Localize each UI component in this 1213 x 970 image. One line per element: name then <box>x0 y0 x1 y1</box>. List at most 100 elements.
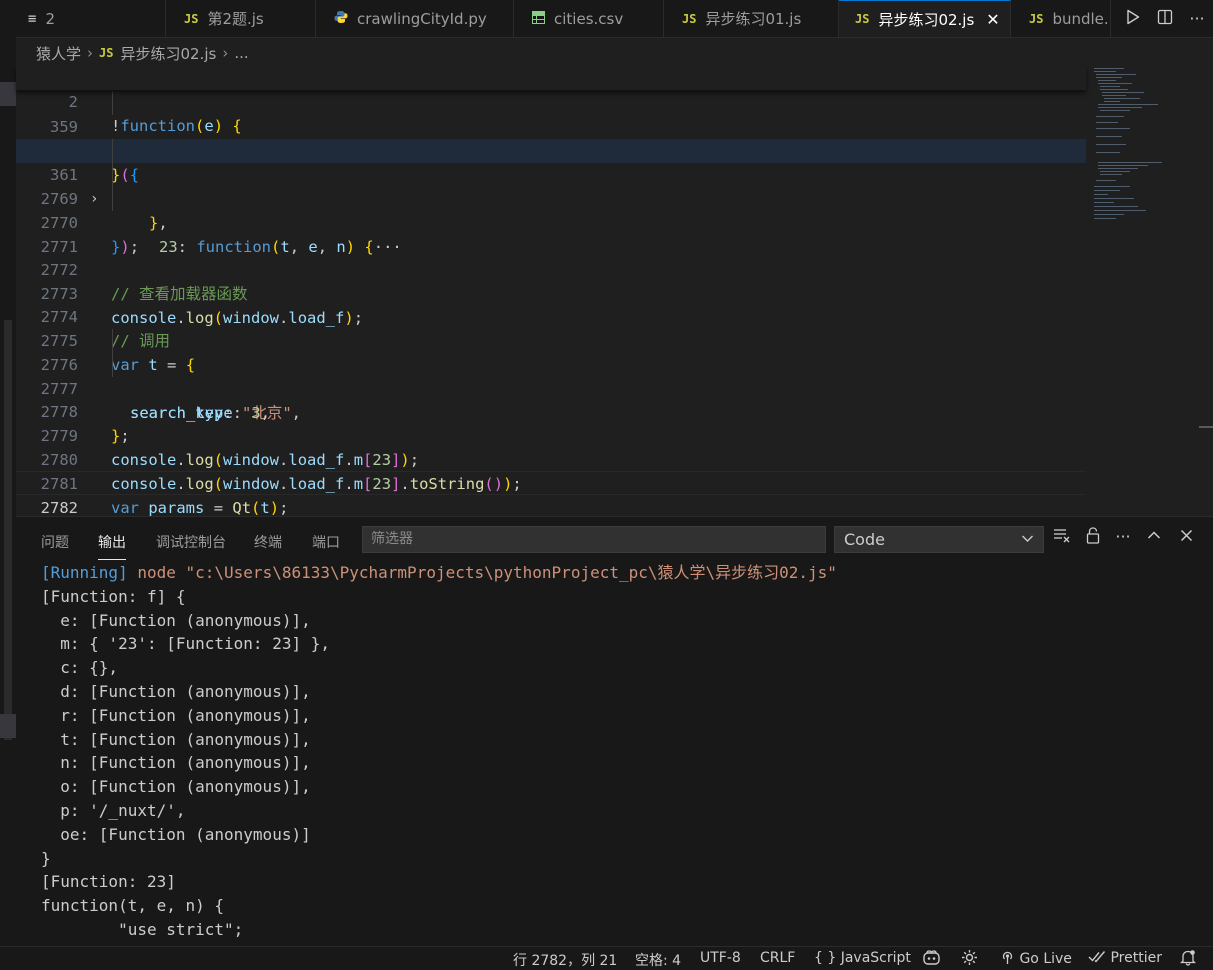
language-mode[interactable]: { } JavaScript <box>814 950 911 966</box>
breadcrumb-folder[interactable]: 猿人学 <box>36 43 81 64</box>
code-line[interactable]: 2778 }; <box>16 376 1086 445</box>
go-live-button[interactable]: Go Live <box>1000 950 1072 967</box>
more-actions-icon[interactable]: ··· <box>1111 527 1135 546</box>
close-icon[interactable] <box>1174 527 1198 546</box>
indentation[interactable]: 空格: 4 <box>635 950 681 970</box>
filter-input[interactable]: 筛选器 <box>362 526 826 553</box>
broadcast-icon <box>1000 951 1019 967</box>
code-line[interactable]: 2773 console.log(window.load_f); <box>16 258 1086 327</box>
code-line[interactable]: 2776 search_key: "北京", <box>16 329 1086 422</box>
chevron-down-icon <box>1021 527 1034 561</box>
code-line[interactable]: 2780 console.log(window.load_f.m[23].toS… <box>16 424 1086 493</box>
tab-label: 2 <box>45 9 55 28</box>
output-line: oe: [Function (anonymous)] <box>41 824 311 844</box>
more-actions-icon[interactable]: ··· <box>1181 9 1213 28</box>
code-line[interactable]: 2771 <box>16 211 1086 256</box>
line-ending[interactable]: CRLF <box>760 950 795 966</box>
editor-tab-bar: ≡ 2 JS 第2题.js crawlingCityId.py cities.c… <box>16 0 1213 38</box>
tab-label: cities.csv <box>554 9 624 28</box>
code-line[interactable]: 359 <box>16 91 1086 136</box>
copilot-icon[interactable] <box>922 949 941 970</box>
output-line: p: '/_nuxt/', <box>41 800 186 820</box>
code-line[interactable]: 2769 }, <box>16 163 1086 232</box>
language-label: JavaScript <box>840 950 911 966</box>
tab-cities-csv[interactable]: cities.csv <box>514 0 664 37</box>
strip-highlight <box>0 82 16 106</box>
csv-file-icon <box>532 10 545 27</box>
output-line: r: [Function (anonymous)], <box>41 705 311 725</box>
cursor-position[interactable]: 行 2782，列 21 <box>513 950 617 970</box>
tab-crawlingcityid-py[interactable]: crawlingCityId.py <box>316 0 514 37</box>
status-bar: 行 2782，列 21 空格: 4 UTF-8 CRLF { } JavaScr… <box>0 946 1213 970</box>
output-line: n: [Function (anonymous)], <box>41 753 311 773</box>
tab-problems[interactable]: 问题 <box>41 532 69 552</box>
code-line[interactable]: 2772 // 查看加载器函数 <box>16 234 1086 303</box>
breadcrumb-more[interactable]: ... <box>234 44 248 62</box>
code-line[interactable]: 2779 console.log(window.load_f.m[23]); <box>16 400 1086 469</box>
breadcrumb-file[interactable]: 异步练习02.js <box>120 43 216 64</box>
tab-yibu01-js[interactable]: JS 异步练习01.js <box>664 0 839 37</box>
code-line[interactable]: 2770 }); <box>16 187 1086 256</box>
output-line: [Running] node "c:\Users\86133\PycharmPr… <box>41 561 1201 585</box>
tab-output[interactable]: 输出 <box>98 532 126 560</box>
code-line-folded[interactable]: 361 › 23: function(t, e, n) {··· <box>16 139 1086 256</box>
output-line: "use strict"; <box>41 919 244 939</box>
tab-label: bundle. <box>1052 9 1109 28</box>
output-line: [Function: f] { <box>41 586 186 606</box>
code-line[interactable]: 2775 var t = { <box>16 305 1086 374</box>
sticky-scroll-line[interactable]: 2 !function(e) { <box>16 66 1086 135</box>
breadcrumb: 猿人学 › JS 异步练习02.js › ... <box>36 42 249 64</box>
chevron-right-icon: › <box>222 44 229 62</box>
extension-settings-icon[interactable] <box>960 949 979 970</box>
output-content[interactable]: [Running] node "c:\Users\86133\PycharmPr… <box>41 561 1201 942</box>
minimap[interactable] <box>1092 66 1202 236</box>
tab-yibu02-js[interactable]: JS 异步练习02.js ✕ <box>839 0 1011 37</box>
output-line: } <box>41 848 51 868</box>
js-file-icon: JS <box>1029 11 1044 26</box>
notifications-bell-icon[interactable] <box>1179 949 1197 970</box>
js-file-icon: JS <box>855 12 870 26</box>
js-file-icon: JS <box>682 11 697 26</box>
run-icon[interactable] <box>1117 9 1149 29</box>
close-icon[interactable]: ✕ <box>986 10 999 29</box>
output-line: m: { '23': [Function: 23] }, <box>41 634 330 654</box>
tab-debug-console[interactable]: 调试控制台 <box>156 532 226 552</box>
output-line: t: [Function (anonymous)], <box>41 729 311 749</box>
tab-2[interactable]: ≡ 2 <box>16 0 166 37</box>
tab-label: crawlingCityId.py <box>357 9 487 28</box>
code-line[interactable]: 2781 var params = Qt(t); <box>16 448 1086 517</box>
braces-icon: { } <box>814 950 837 966</box>
encoding[interactable]: UTF-8 <box>700 950 741 966</box>
js-file-icon: JS <box>99 46 114 60</box>
lock-icon[interactable] <box>1081 527 1105 548</box>
line-number: 2 <box>68 93 78 111</box>
tab-di2ti-js[interactable]: JS 第2题.js <box>166 0 316 37</box>
chevron-up-icon[interactable] <box>1142 527 1166 546</box>
output-line: e: [Function (anonymous)], <box>41 610 311 630</box>
output-line: c: {}, <box>41 658 119 678</box>
output-line: d: [Function (anonymous)], <box>41 681 311 701</box>
panel-tab-bar: 问题 输出 调试控制台 终端 端口 筛选器 Code ··· <box>16 517 1213 563</box>
tab-label: 异步练习02.js <box>878 10 975 29</box>
go-live-label: Go Live <box>1019 951 1072 967</box>
tab-bundle[interactable]: JS bundle. <box>1011 0 1111 37</box>
js-file-icon: JS <box>184 11 199 26</box>
strip-scroll-track <box>4 320 12 740</box>
prettier-button[interactable]: Prettier <box>1088 950 1162 966</box>
running-label: [Running] <box>41 563 128 582</box>
tab-ports[interactable]: 端口 <box>312 532 340 552</box>
output-channel-value: Code <box>844 530 885 549</box>
double-check-icon <box>1088 950 1110 966</box>
vertical-scrollbar[interactable] <box>1199 426 1213 428</box>
code-editor[interactable]: 2 !function(e) { 359 360 }({ 361 › 23: f… <box>16 64 1213 541</box>
code-line[interactable]: 2774 // 调用 <box>16 281 1086 350</box>
output-panel: 问题 输出 调试控制台 终端 端口 筛选器 Code ··· [Running]… <box>16 516 1213 947</box>
prettier-label: Prettier <box>1110 950 1162 966</box>
clear-output-icon[interactable] <box>1050 527 1074 547</box>
tab-terminal[interactable]: 终端 <box>254 532 282 552</box>
code-line[interactable]: 2777 search_type: 3, <box>16 353 1086 422</box>
editor-actions: ··· <box>1111 0 1213 37</box>
code-line-current[interactable]: 2782 console.log(params); <box>16 471 1086 541</box>
split-editor-icon[interactable] <box>1149 9 1181 29</box>
output-channel-select[interactable]: Code <box>834 526 1044 553</box>
